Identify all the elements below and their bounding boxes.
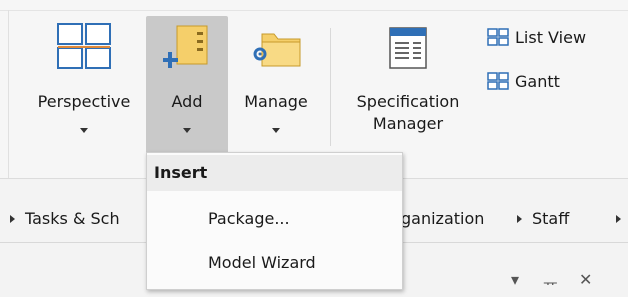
manage-caret-icon bbox=[272, 128, 280, 133]
list-view-icon bbox=[487, 28, 509, 46]
ribbon-group-separator bbox=[330, 28, 331, 146]
perspective-button[interactable]: Perspective bbox=[26, 16, 142, 158]
manage-label: Manage bbox=[244, 92, 308, 111]
perspective-label: Perspective bbox=[37, 92, 131, 111]
add-dropdown-menu: Insert Package... Model Wizard bbox=[146, 152, 403, 290]
specification-document-icon bbox=[389, 27, 427, 69]
perspective-grid-icon bbox=[57, 23, 111, 69]
list-view-label: List View bbox=[515, 28, 587, 47]
specification-manager-button[interactable]: Specification Manager bbox=[338, 16, 478, 158]
ribbon-top-border bbox=[0, 10, 628, 11]
menu-item-package-label: Package... bbox=[208, 209, 290, 228]
add-element-icon bbox=[163, 25, 208, 68]
gantt-icon bbox=[487, 72, 509, 90]
add-caret-icon bbox=[183, 128, 191, 133]
manage-folder-icon bbox=[253, 33, 301, 67]
specification-label-line2: Manager bbox=[372, 114, 444, 133]
menu-section-header: Insert bbox=[147, 155, 402, 191]
toolbar-item-organization-label: ganization bbox=[401, 209, 485, 228]
panel-close-icon[interactable]: ✕ bbox=[579, 270, 592, 289]
list-view-button[interactable]: List View bbox=[487, 26, 586, 50]
menu-item-model-wizard[interactable]: Model Wizard bbox=[147, 243, 402, 283]
specification-label-line1: Specification bbox=[356, 92, 460, 111]
toolbar-item-staff[interactable]: Staff bbox=[517, 199, 569, 239]
toolbar-item-tasks-label: Tasks & Sch bbox=[25, 209, 120, 228]
menu-item-package[interactable]: Package... bbox=[147, 199, 402, 239]
manage-button[interactable]: Manage bbox=[232, 16, 320, 158]
add-button[interactable]: Add bbox=[146, 16, 228, 158]
toolbar-item-organization[interactable]: ganization bbox=[401, 199, 484, 239]
toolbar-item-staff-label: Staff bbox=[532, 209, 570, 228]
perspective-caret-icon bbox=[80, 128, 88, 133]
toolbar-item-tasks[interactable]: Tasks & Sch bbox=[10, 199, 120, 239]
expand-arrow-icon bbox=[616, 215, 621, 223]
gantt-button[interactable]: Gantt bbox=[487, 70, 560, 94]
menu-header-label: Insert bbox=[154, 163, 208, 182]
panel-dropdown-icon[interactable]: ▾ bbox=[511, 270, 519, 289]
add-label: Add bbox=[171, 92, 203, 111]
menu-item-model-wizard-label: Model Wizard bbox=[208, 253, 316, 272]
panel-pin-icon[interactable]: ᅲ bbox=[543, 270, 558, 294]
gantt-label: Gantt bbox=[515, 72, 560, 91]
toolbar-overflow[interactable] bbox=[616, 199, 628, 239]
expand-arrow-icon bbox=[10, 215, 15, 223]
ribbon-left-border bbox=[8, 10, 9, 178]
expand-arrow-icon bbox=[517, 215, 522, 223]
